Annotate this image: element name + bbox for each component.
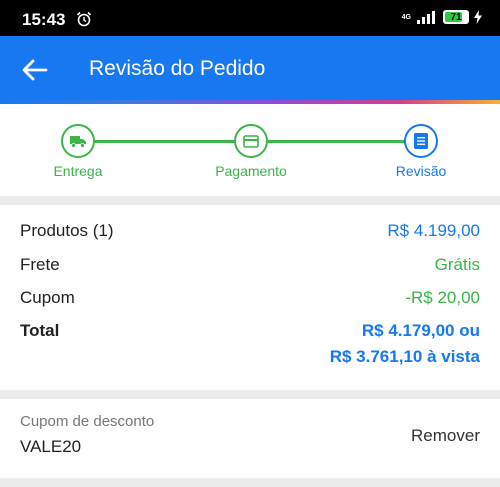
discount-coupon-card: Cupom de desconto VALE20 Remover xyxy=(0,399,500,478)
products-value: R$ 4.199,00 xyxy=(387,221,480,240)
step-revisao[interactable] xyxy=(404,124,438,158)
order-summary: Produtos (1) R$ 4.199,00 Frete Grátis Cu… xyxy=(0,205,500,390)
step-label-revisao: Revisão xyxy=(395,163,447,179)
step-connector xyxy=(95,140,235,143)
credit-card-icon xyxy=(243,134,259,148)
battery-icon: 71 xyxy=(443,10,469,24)
total-value: R$ 4.179,00 ou xyxy=(361,321,480,340)
step-entrega[interactable] xyxy=(61,124,95,158)
remove-coupon-button[interactable]: Remover xyxy=(411,426,480,446)
app-bar: Revisão do Pedido xyxy=(0,36,500,102)
page-title: Revisão do Pedido xyxy=(89,57,266,80)
battery-level: 71 xyxy=(450,11,462,23)
step-pagamento[interactable] xyxy=(234,124,268,158)
step-connector xyxy=(268,140,405,143)
total-cash-value: R$ 3.761,10 à vista xyxy=(329,347,480,366)
coupon-code: VALE20 xyxy=(20,437,82,456)
step-label-entrega: Entrega xyxy=(53,163,103,179)
total-label: Total xyxy=(20,321,60,340)
step-label-pagamento: Pagamento xyxy=(215,163,287,179)
coupon-field-label: Cupom de desconto xyxy=(20,413,155,430)
network-type-label: 4G xyxy=(401,13,411,21)
checkout-stepper: Entrega Pagamento Revisão xyxy=(0,104,500,196)
charging-bolt-icon xyxy=(474,10,482,24)
status-bar: 15:43 4G 71 xyxy=(0,0,500,36)
products-label: Produtos (1) xyxy=(20,221,114,240)
status-indicators: 4G 71 xyxy=(402,10,482,24)
signal-strength-icon xyxy=(417,11,435,24)
truck-icon xyxy=(70,136,86,148)
document-icon xyxy=(414,133,428,149)
back-arrow-icon[interactable] xyxy=(20,58,48,82)
coupon-discount-value: -R$ 20,00 xyxy=(405,288,480,307)
shipping-value: Grátis xyxy=(434,255,480,274)
status-time: 15:43 xyxy=(22,10,66,29)
coupon-discount-label: Cupom xyxy=(20,288,75,307)
shipping-label: Frete xyxy=(20,255,60,274)
alarm-clock-icon xyxy=(76,11,92,27)
